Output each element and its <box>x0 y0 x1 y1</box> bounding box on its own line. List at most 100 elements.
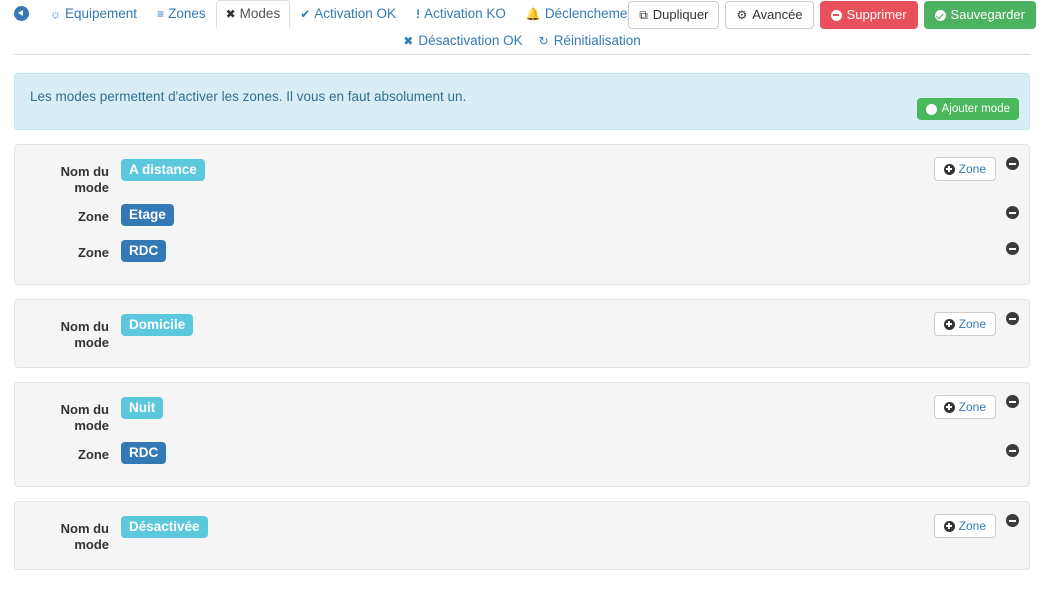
tab-label: Equipement <box>65 6 138 21</box>
zone-row-tools <box>1006 242 1019 268</box>
mode-name-label: Nom du mode <box>60 521 109 552</box>
modes-icon: ✖ <box>225 6 236 21</box>
list-icon: ≡ <box>157 6 165 21</box>
zone-badge[interactable]: RDC <box>121 240 167 262</box>
add-zone-label: Zone <box>958 519 986 533</box>
remove-zone-icon[interactable] <box>1006 444 1019 457</box>
zone-row: Zone RDC <box>25 440 1019 470</box>
tab-modes[interactable]: ✖ Modes <box>215 0 291 28</box>
tab-desactivation-ok[interactable]: ✖ Désactivation OK <box>403 33 522 48</box>
add-zone-label: Zone <box>958 162 986 176</box>
mode-row-tools: Zone <box>933 157 1019 183</box>
mode-name-value: Désactivée <box>121 514 1019 538</box>
bell-icon: 🔔 <box>525 6 541 21</box>
advanced-button[interactable]: ⚙ Avancée <box>725 1 814 29</box>
plus-circle-icon <box>943 520 955 532</box>
cross-icon: ✖ <box>403 33 414 48</box>
check-circle-icon <box>934 9 946 21</box>
plus-circle-icon <box>943 318 955 330</box>
mode-row-tools: Zone <box>933 514 1019 540</box>
gears-icon: ⚙ <box>736 8 748 22</box>
zone-label: Zone <box>77 209 109 224</box>
header-divider <box>14 54 1030 55</box>
info-alert: Les modes permettent d'activer les zones… <box>14 73 1030 130</box>
subnav-label: Réinitialisation <box>553 33 641 48</box>
tab-label: Déclenchement <box>544 6 639 21</box>
exclamation-icon: ! <box>416 6 421 21</box>
zone-row: Zone RDC <box>25 238 1019 268</box>
top-navigation-bar: ☼ Equipement ≡ Zones ✖ Modes ✔ Activatio… <box>0 0 1044 52</box>
add-zone-button[interactable]: Zone <box>933 514 996 538</box>
mode-name-label: Nom du mode <box>60 319 109 350</box>
tab-equipement[interactable]: ☼ Equipement <box>40 0 147 28</box>
mode-row-tools: Zone <box>933 395 1019 421</box>
delete-button[interactable]: Supprimer <box>819 1 918 29</box>
delete-label: Supprimer <box>846 7 907 22</box>
plus-circle-icon <box>943 163 955 175</box>
mode-panel: Nom du mode Désactivée Zone <box>14 501 1030 570</box>
sub-navigation: ✖ Désactivation OK ↻ Réinitialisation <box>8 33 1036 48</box>
add-zone-button[interactable]: Zone <box>933 395 996 419</box>
add-zone-button[interactable]: Zone <box>933 157 996 181</box>
remove-mode-icon[interactable] <box>1006 157 1019 170</box>
mode-panel: Nom du mode A distance Zone Zone Etage Zone RD… <box>14 144 1030 285</box>
zone-badge[interactable]: Etage <box>121 204 174 226</box>
refresh-icon: ↻ <box>538 33 549 48</box>
mode-badge[interactable]: Désactivée <box>121 516 208 538</box>
advanced-label: Avancée <box>752 7 803 22</box>
tab-activation-ok[interactable]: ✔ Activation OK <box>290 0 406 28</box>
zone-row-tools <box>1006 444 1019 470</box>
mode-name-value: Domicile <box>121 312 1019 336</box>
mode-name-value: Nuit <box>121 395 1019 419</box>
tab-activation-ko[interactable]: ! Activation KO <box>406 0 516 28</box>
mode-name-value: A distance <box>121 157 1019 181</box>
add-mode-label: Ajouter mode <box>941 103 1010 115</box>
tab-label: Activation KO <box>424 6 506 21</box>
action-buttons: ⧉ Dupliquer ⚙ Avancée Supprimer Sauvegar… <box>628 1 1036 29</box>
remove-mode-icon[interactable] <box>1006 514 1019 527</box>
minus-circle-icon <box>830 9 842 21</box>
modes-list: Nom du mode A distance Zone Zone Etage Zone RD… <box>14 144 1030 570</box>
mode-name-row: Nom du mode Nuit Zone <box>25 395 1019 434</box>
zone-row: Zone Etage <box>25 202 1019 232</box>
plus-circle-icon <box>925 103 937 115</box>
duplicate-label: Dupliquer <box>652 7 709 22</box>
zone-label: Zone <box>77 245 109 260</box>
remove-zone-icon[interactable] <box>1006 242 1019 255</box>
back-button[interactable] <box>8 0 34 26</box>
mode-name-row: Nom du mode Domicile Zone <box>25 312 1019 351</box>
mode-row-tools: Zone <box>933 312 1019 338</box>
mode-badge[interactable]: Nuit <box>121 397 164 419</box>
save-label: Sauvegarder <box>950 7 1025 22</box>
check-icon: ✔ <box>300 6 311 21</box>
mode-name-label: Nom du mode <box>60 164 109 195</box>
zone-value: RDC <box>121 440 1019 464</box>
add-mode-button[interactable]: Ajouter mode <box>916 98 1019 120</box>
duplicate-button[interactable]: ⧉ Dupliquer <box>628 1 720 29</box>
remove-zone-icon[interactable] <box>1006 206 1019 219</box>
mode-badge[interactable]: A distance <box>121 159 205 181</box>
dashboard-icon: ☼ <box>50 6 61 21</box>
add-zone-button[interactable]: Zone <box>933 312 996 336</box>
mode-panel: Nom du mode Nuit Zone Zone RDC <box>14 382 1030 487</box>
alert-text: Les modes permettent d'activer les zones… <box>30 89 467 104</box>
mode-panel: Nom du mode Domicile Zone <box>14 299 1030 368</box>
remove-mode-icon[interactable] <box>1006 395 1019 408</box>
zone-label: Zone <box>77 447 109 462</box>
zone-row-tools <box>1006 206 1019 232</box>
tab-zones[interactable]: ≡ Zones <box>147 0 216 28</box>
zone-value: RDC <box>121 238 1019 262</box>
tab-label: Zones <box>168 6 206 21</box>
save-button[interactable]: Sauvegarder <box>923 1 1036 29</box>
add-zone-label: Zone <box>958 317 986 331</box>
mode-badge[interactable]: Domicile <box>121 314 194 336</box>
nav-tabs: ☼ Equipement ≡ Zones ✖ Modes ✔ Activatio… <box>40 0 649 28</box>
remove-mode-icon[interactable] <box>1006 312 1019 325</box>
zone-badge[interactable]: RDC <box>121 442 167 464</box>
subnav-label: Désactivation OK <box>418 33 523 48</box>
mode-name-row: Nom du mode A distance Zone <box>25 157 1019 196</box>
copy-icon: ⧉ <box>639 8 648 22</box>
tab-reinitialisation[interactable]: ↻ Réinitialisation <box>539 33 641 48</box>
zone-value: Etage <box>121 202 1019 226</box>
mode-name-label: Nom du mode <box>60 402 109 433</box>
